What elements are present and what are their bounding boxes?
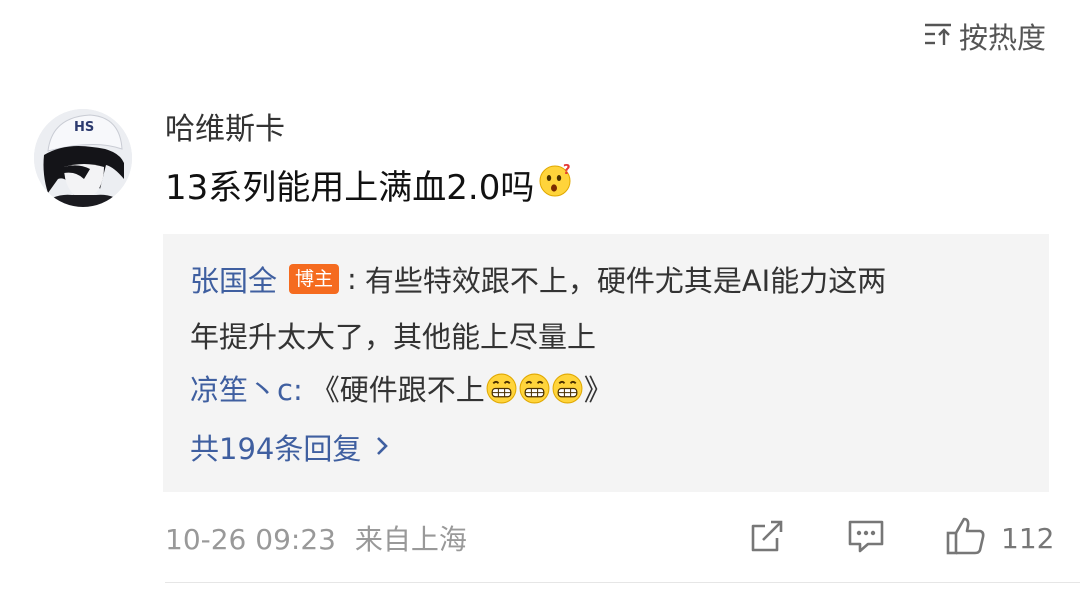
grin-emoji-icon — [485, 372, 518, 405]
reply-author[interactable]: 凉笙丶c: — [190, 367, 303, 409]
reply-item: 张国全 博主 : 有些特效跟不上，硬件尤其是AI能力这两 — [190, 258, 886, 300]
share-button[interactable] — [747, 516, 787, 560]
grin-emoji-icon — [518, 372, 551, 405]
comment-icon — [846, 516, 886, 560]
reply-text-prefix: 《硬件跟不上 — [310, 373, 485, 407]
comment-datetime: 10-26 09:23 — [165, 523, 336, 556]
comment-location: 来自上海 — [354, 523, 467, 556]
chevron-right-icon — [375, 430, 389, 464]
reply-item: 凉笙丶c: 《硬件跟不上 》 — [190, 367, 613, 409]
reply-text-line2: 年提升太大了，其他能上尽量上 — [190, 320, 597, 354]
svg-text:HS: HS — [74, 120, 94, 135]
comment-text: 13系列能用上满血2.0吗 — [165, 168, 535, 208]
grin-emoji-icon — [551, 372, 584, 405]
like-icon — [945, 515, 987, 561]
comment-meta: 10-26 09:23 来自上海 — [165, 518, 467, 558]
comment-text-line: 13系列能用上满血2.0吗 ? — [165, 160, 574, 209]
divider — [165, 582, 1080, 583]
share-icon — [747, 516, 787, 560]
avatar[interactable]: HS — [34, 109, 132, 207]
reply-author[interactable]: 张国全 — [190, 258, 277, 300]
author-badge: 博主 — [289, 264, 340, 294]
reply-colon: : — [347, 262, 357, 296]
sort-by-heat-button[interactable]: 按热度 — [923, 16, 1046, 56]
thinking-emoji-icon: ? — [538, 162, 574, 207]
comment-username[interactable]: 哈维斯卡 — [165, 104, 285, 148]
view-all-replies-link[interactable]: 共194条回复 — [190, 426, 389, 468]
reply-text-suffix: 》 — [583, 373, 613, 407]
comment-button[interactable] — [846, 516, 886, 560]
view-all-replies-label: 共194条回复 — [190, 432, 362, 466]
like-count: 112 — [1001, 521, 1055, 555]
sort-icon — [923, 21, 953, 51]
replies-box: 张国全 博主 : 有些特效跟不上，硬件尤其是AI能力这两 年提升太大了，其他能上… — [163, 234, 1049, 492]
svg-text:?: ? — [563, 163, 571, 178]
like-button[interactable]: 112 — [945, 516, 1054, 560]
reply-text-line1: 有些特效跟不上，硬件尤其是AI能力这两 — [364, 264, 887, 298]
sort-label: 按热度 — [958, 21, 1046, 55]
